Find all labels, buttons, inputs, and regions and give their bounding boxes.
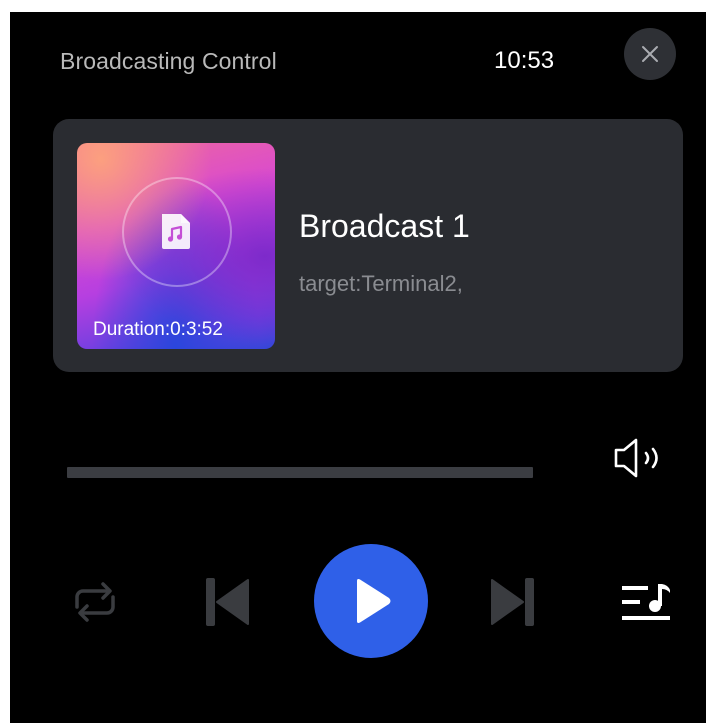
playlist-button[interactable]: [620, 580, 674, 631]
music-file-icon: [162, 214, 190, 249]
duration-label: Duration:0:3:52: [93, 319, 223, 340]
broadcast-control-panel: Broadcasting Control 10:53 Duration:0:3:…: [10, 12, 706, 723]
previous-button[interactable]: [204, 576, 250, 633]
volume-button[interactable]: [610, 436, 670, 485]
play-icon: [357, 579, 391, 623]
track-target: target:Terminal2,: [299, 271, 463, 296]
cover-art: Duration:0:3:52: [77, 143, 275, 349]
track-title: Broadcast 1: [299, 208, 470, 244]
volume-icon: [614, 438, 658, 478]
playlist-icon: [622, 584, 670, 620]
now-playing-card: Duration:0:3:52 Broadcast 1 target:Termi…: [53, 119, 683, 372]
next-icon: [491, 578, 534, 626]
close-icon: [642, 46, 658, 62]
page-title: Broadcasting Control: [60, 48, 277, 74]
previous-icon: [206, 578, 249, 626]
progress-bar[interactable]: [67, 467, 533, 478]
close-button[interactable]: [624, 28, 676, 80]
play-button[interactable]: [314, 544, 428, 658]
repeat-icon: [75, 582, 115, 622]
repeat-button[interactable]: [65, 579, 125, 630]
next-button[interactable]: [490, 576, 536, 633]
clock: 10:53: [494, 47, 555, 74]
